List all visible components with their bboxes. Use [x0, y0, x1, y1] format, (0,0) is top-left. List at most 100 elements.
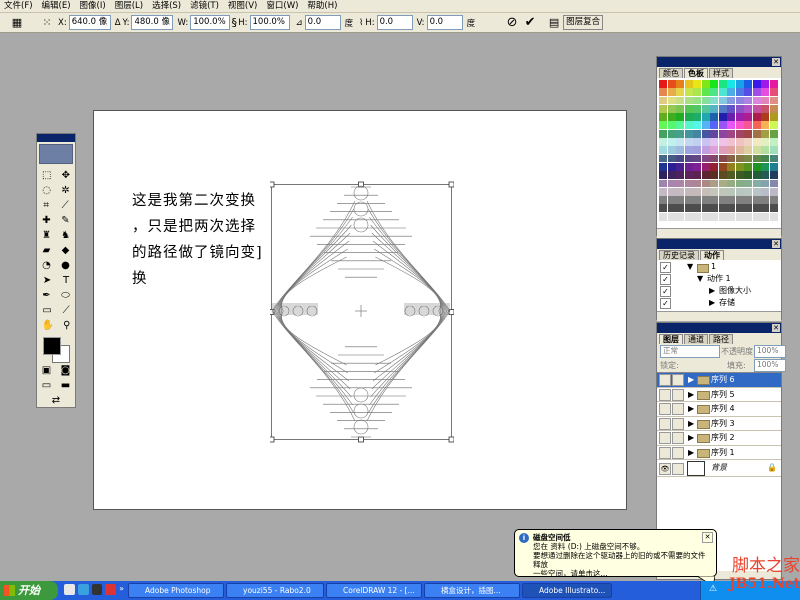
swatch-cell[interactable]	[718, 162, 727, 171]
layer-link[interactable]	[672, 446, 684, 459]
swatch-cell[interactable]	[744, 121, 752, 130]
swatch-cell[interactable]	[710, 138, 718, 146]
swatch-cell[interactable]	[710, 162, 718, 171]
swatch-cell[interactable]	[710, 146, 718, 155]
swatch-cell[interactable]	[693, 204, 701, 213]
h-field[interactable]: 100.0%	[249, 15, 290, 30]
swatch-cell[interactable]	[684, 187, 693, 196]
swatch-cell[interactable]	[693, 113, 701, 121]
check-icon[interactable]: ✓	[660, 286, 671, 297]
vskew-field[interactable]: 0.0	[426, 15, 463, 30]
swatch-cell[interactable]	[718, 129, 727, 138]
swatch-cell[interactable]	[684, 162, 693, 171]
swatch-cell[interactable]	[735, 121, 744, 130]
layer-row[interactable]: ▶ 序列 6	[657, 373, 781, 388]
swatch-cell[interactable]	[752, 104, 761, 113]
swatch-cell[interactable]	[761, 204, 769, 213]
swatch-cell[interactable]	[769, 179, 778, 188]
menu-filter[interactable]: 滤镜(T)	[186, 0, 224, 12]
bucket-tool-icon[interactable]: ◆	[62, 243, 70, 258]
swatch-cell[interactable]	[693, 104, 701, 113]
swatch-cell[interactable]	[701, 204, 710, 213]
menu-view[interactable]: 视图(V)	[224, 0, 262, 12]
swatch-cell[interactable]	[769, 196, 778, 204]
check-icon[interactable]: ✓	[660, 298, 671, 309]
swatch-cell[interactable]	[659, 204, 667, 213]
reference-point-icon[interactable]: ⁙	[40, 16, 54, 30]
swatch-cell[interactable]	[744, 96, 752, 105]
y-field[interactable]: 480.0 像	[131, 15, 174, 30]
expand-arrow-icon[interactable]: ▶	[688, 417, 694, 430]
layer-comps-tab[interactable]: 图层复合	[563, 15, 604, 30]
magic-wand-tool-icon[interactable]: ✲	[61, 183, 69, 198]
swatch-cell[interactable]	[684, 129, 693, 138]
swatch-cell[interactable]	[676, 88, 684, 97]
swatch-cell[interactable]	[676, 80, 684, 88]
swatch-cell[interactable]	[727, 104, 735, 113]
swatch-cell[interactable]	[693, 138, 701, 146]
swatch-cell[interactable]	[667, 138, 676, 146]
swatch-cell[interactable]	[701, 212, 710, 221]
swatch-cell[interactable]	[659, 187, 667, 196]
swatch-cell[interactable]	[684, 96, 693, 105]
check-icon[interactable]: ✓	[660, 274, 671, 285]
link-icon[interactable]: §	[230, 16, 238, 30]
swatch-cell[interactable]	[676, 187, 684, 196]
swatch-cell[interactable]	[693, 88, 701, 97]
close-icon[interactable]: ✕	[702, 532, 713, 543]
swatch-cell[interactable]	[761, 171, 769, 180]
swatch-cell[interactable]	[684, 204, 693, 213]
swatch-cell[interactable]	[693, 196, 701, 204]
tab-styles[interactable]: 样式	[709, 68, 733, 78]
slice-tool-icon[interactable]: ⟋	[62, 198, 69, 213]
swatch-cell[interactable]	[761, 146, 769, 155]
swatch-cell[interactable]	[684, 80, 693, 88]
swatch-cell[interactable]	[744, 162, 752, 171]
swatch-cell[interactable]	[718, 146, 727, 155]
history-title-bar[interactable]: ✕	[657, 239, 781, 249]
swatch-cell[interactable]	[701, 187, 710, 196]
swatch-cell[interactable]	[667, 80, 676, 88]
swatch-cell[interactable]	[761, 179, 769, 188]
swatch-cell[interactable]	[727, 121, 735, 130]
swatch-cell[interactable]	[761, 154, 769, 163]
visibility-toggle[interactable]	[659, 446, 671, 459]
swatch-cell[interactable]	[769, 96, 778, 105]
swatch-cell[interactable]	[761, 121, 769, 130]
menu-layer[interactable]: 图层(L)	[111, 0, 148, 12]
swatch-cell[interactable]	[701, 179, 710, 188]
swatch-cell[interactable]	[769, 146, 778, 155]
expand-arrow-icon[interactable]: ▶	[688, 373, 694, 386]
swatch-cell[interactable]	[676, 138, 684, 146]
quick-mask-icon[interactable]: ◙	[61, 363, 71, 378]
tab-layers[interactable]: 图层	[659, 334, 683, 344]
commit-transform-icon[interactable]: ✔	[523, 15, 537, 30]
swatch-cell[interactable]	[701, 138, 710, 146]
swatch-cell[interactable]	[659, 146, 667, 155]
swatch-cell[interactable]	[710, 204, 718, 213]
swatch-cell[interactable]	[693, 80, 701, 88]
swatch-cell[interactable]	[735, 113, 744, 121]
swatch-cell[interactable]	[735, 204, 744, 213]
swatch-cell[interactable]	[744, 129, 752, 138]
crop-tool-icon[interactable]: ⌗	[43, 198, 49, 213]
swatch-cell[interactable]	[727, 96, 735, 105]
collapse-arrow-icon[interactable]: ▶	[709, 297, 715, 309]
blend-mode-select[interactable]: 正常	[660, 345, 720, 358]
swatch-cell[interactable]	[752, 146, 761, 155]
swatch-cell[interactable]	[667, 162, 676, 171]
swatch-cell[interactable]	[718, 196, 727, 204]
layer-row[interactable]: ▶ 序列 5	[657, 387, 781, 402]
swatch-cell[interactable]	[710, 179, 718, 188]
swatch-cell[interactable]	[735, 154, 744, 163]
zoom-tool-icon[interactable]: ⚲	[63, 318, 70, 333]
menu-help[interactable]: 帮助(H)	[303, 0, 342, 12]
swatch-cell[interactable]	[659, 196, 667, 204]
swatch-cell[interactable]	[744, 187, 752, 196]
swatch-cell[interactable]	[659, 121, 667, 130]
swatch-cell[interactable]	[659, 138, 667, 146]
menu-edit[interactable]: 编辑(E)	[38, 0, 76, 12]
swatch-cell[interactable]	[744, 104, 752, 113]
task-coreldraw[interactable]: CorelDRAW 12 - [...	[326, 583, 422, 598]
brush-tool-icon[interactable]: ✎	[61, 213, 69, 228]
